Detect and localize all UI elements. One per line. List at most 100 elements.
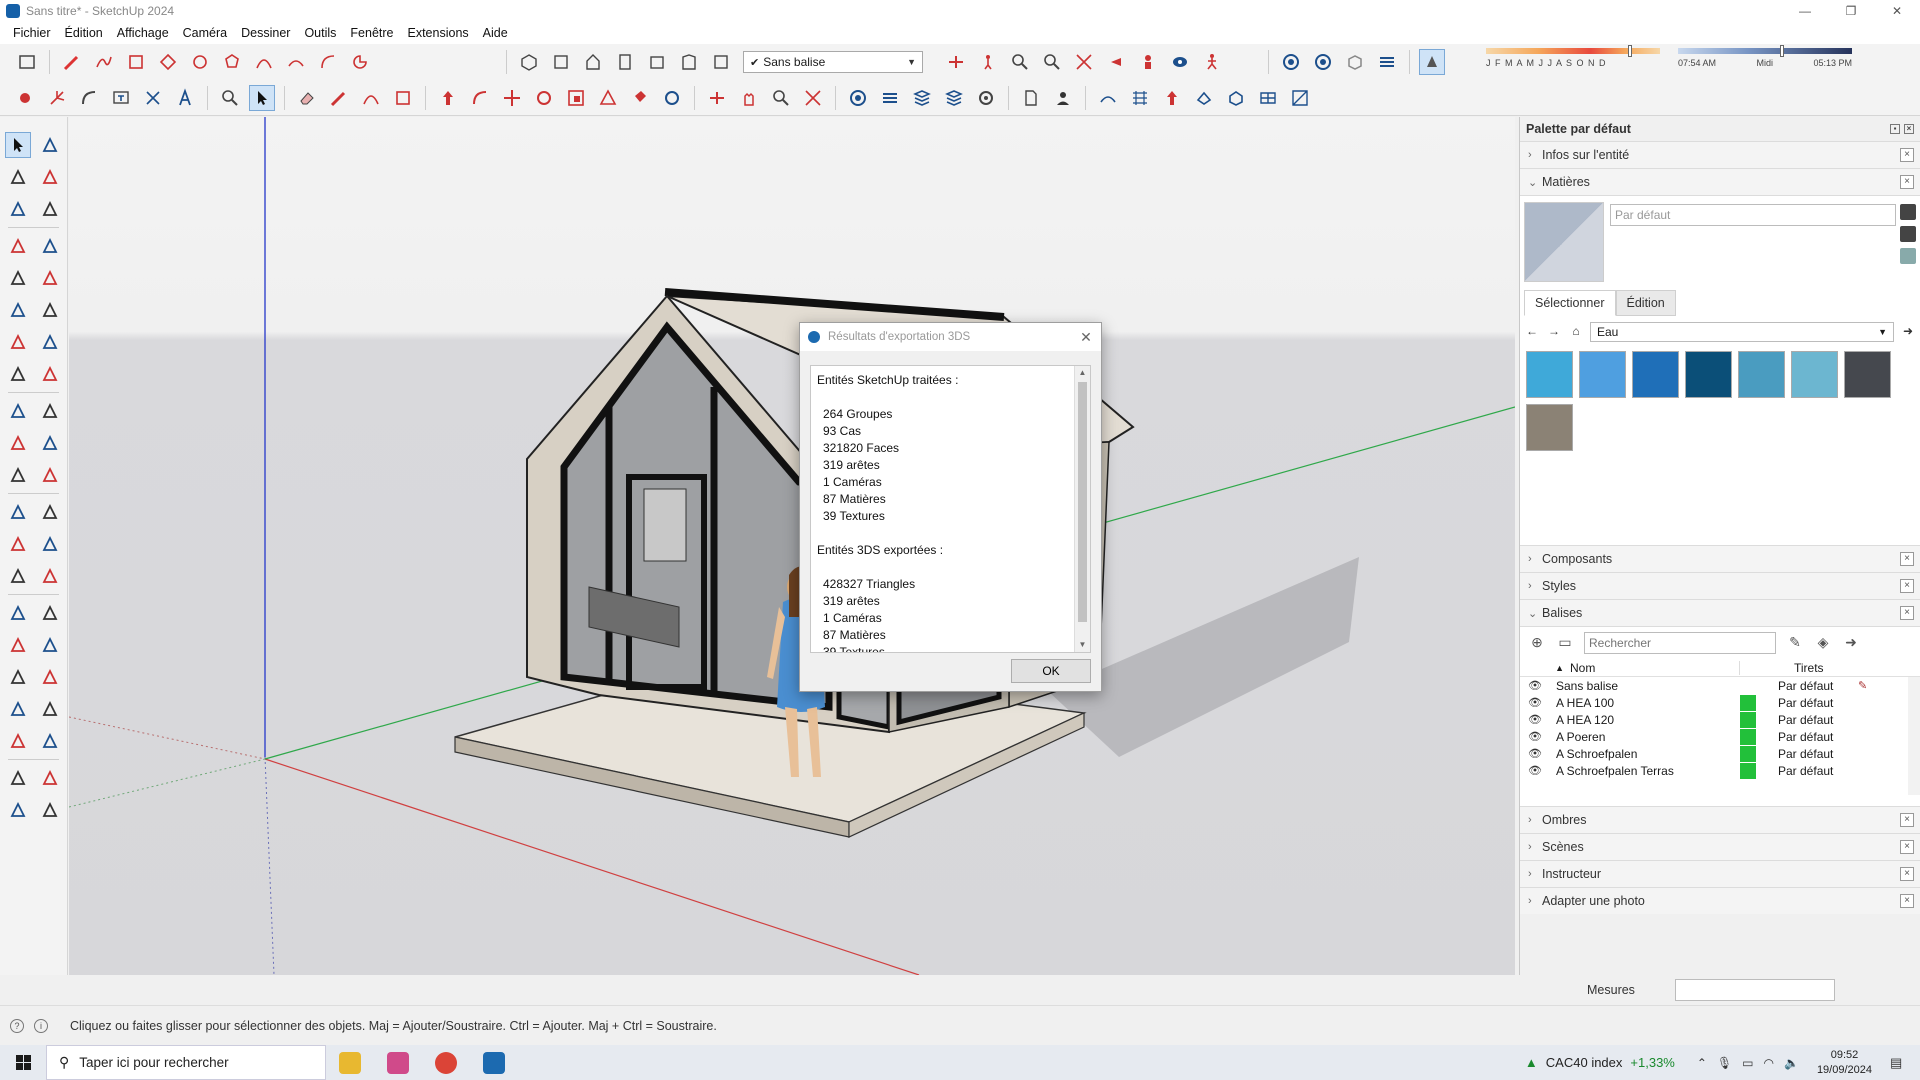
rotated-rect-tool-icon[interactable] — [37, 265, 63, 291]
polygon-tool-icon[interactable] — [37, 297, 63, 323]
column-dashes-header[interactable]: Tirets — [1740, 661, 1824, 675]
close-panel-icon[interactable]: × — [1900, 579, 1914, 593]
material-swatch[interactable] — [1526, 404, 1573, 451]
stack-alt-icon[interactable] — [941, 85, 967, 111]
material-collection-select[interactable]: Eau ▼ — [1590, 322, 1894, 342]
offset-icon[interactable] — [595, 85, 621, 111]
front-view-icon[interactable] — [580, 49, 606, 75]
pencil-icon[interactable] — [59, 49, 85, 75]
close-panel-icon[interactable]: × — [1900, 894, 1914, 908]
shadow-time-track[interactable] — [1678, 45, 1852, 57]
sketchup-taskbar-icon[interactable] — [470, 1045, 518, 1080]
tag-color-swatch[interactable] — [1740, 762, 1756, 779]
tab-edit[interactable]: Édition — [1615, 290, 1676, 316]
close-panel-icon[interactable]: × — [1900, 813, 1914, 827]
arc-tool-left-icon[interactable] — [5, 329, 31, 355]
right-view-icon[interactable] — [612, 49, 638, 75]
shadow-time-slider[interactable]: 07:54 AM Midi 05:13 PM — [1678, 45, 1852, 68]
bottom-view-icon[interactable] — [708, 49, 734, 75]
text-label-left-icon[interactable] — [37, 531, 63, 557]
info-icon[interactable]: i — [34, 1018, 48, 1033]
position-camera-icon[interactable] — [1135, 49, 1161, 75]
previous-left-icon[interactable] — [37, 664, 63, 690]
settings-left-icon[interactable] — [37, 797, 63, 823]
two-point-arc-tool-icon[interactable] — [37, 329, 63, 355]
section-plane-tool-icon[interactable] — [704, 85, 730, 111]
polygon-icon[interactable] — [219, 49, 245, 75]
display-secondary-pane-icon[interactable] — [1900, 248, 1916, 264]
wifi-icon[interactable]: ◠ — [1764, 1056, 1774, 1070]
position-camera-left-icon[interactable] — [5, 696, 31, 722]
scroll-thumb[interactable] — [1078, 382, 1087, 622]
geolocation-icon[interactable]: ? — [10, 1018, 24, 1033]
look-around-icon[interactable] — [1167, 49, 1193, 75]
close-panel-icon[interactable]: × — [1900, 552, 1914, 566]
move-icon[interactable] — [12, 85, 38, 111]
menu-outils[interactable]: Outils — [297, 26, 343, 40]
follow-me-icon[interactable] — [467, 85, 493, 111]
scale-left-icon[interactable] — [5, 462, 31, 488]
material-name-field[interactable]: Par défaut — [1610, 204, 1896, 226]
pan-icon[interactable] — [736, 85, 762, 111]
chevron-up-icon[interactable]: ⌃ — [1697, 1056, 1707, 1070]
walk-figure-left-icon[interactable] — [37, 696, 63, 722]
menu-extensions[interactable]: Extensions — [401, 26, 476, 40]
volume-icon[interactable]: 🔈 — [1784, 1056, 1799, 1070]
tags-scrollbar[interactable] — [1908, 677, 1920, 795]
microphone-icon[interactable]: 🎙 — [1717, 1056, 1732, 1070]
panel-components[interactable]: › Composants × — [1520, 545, 1920, 572]
close-panel-icon[interactable]: × — [1900, 606, 1914, 620]
new-page-icon[interactable] — [1018, 85, 1044, 111]
user-icon[interactable] — [1050, 85, 1076, 111]
pie-icon[interactable] — [347, 49, 373, 75]
warehouse-left-icon[interactable] — [5, 765, 31, 791]
search-icon[interactable] — [217, 85, 243, 111]
back-arrow-icon[interactable]: ← — [1524, 324, 1540, 340]
zoom-window-icon[interactable] — [1039, 49, 1065, 75]
zoom-icon[interactable] — [1007, 49, 1033, 75]
pencil-icon[interactable]: ✎ — [1786, 634, 1804, 652]
tag-dashes[interactable]: Par défaut — [1778, 713, 1858, 727]
freehand-tool-icon[interactable] — [37, 233, 63, 259]
menu-dessiner[interactable]: Dessiner — [234, 26, 297, 40]
panel-tags[interactable]: ⌄ Balises × — [1520, 599, 1920, 626]
menu-aide[interactable]: Aide — [476, 26, 515, 40]
close-panel-icon[interactable]: × — [1900, 867, 1914, 881]
shape-tool-icon[interactable] — [390, 85, 416, 111]
tag-tool-icon[interactable] — [37, 196, 63, 222]
tag-dashes[interactable]: Par défaut — [1778, 679, 1858, 693]
lasso-select-icon[interactable] — [37, 132, 63, 158]
create-material-icon[interactable] — [1900, 226, 1916, 242]
scale-icon[interactable] — [563, 85, 589, 111]
tag-color-swatch[interactable] — [1740, 711, 1756, 728]
menu-affichage[interactable]: Affichage — [110, 26, 176, 40]
ok-button[interactable]: OK — [1011, 659, 1091, 683]
file-explorer-icon[interactable] — [326, 1045, 374, 1080]
visibility-eye-icon[interactable]: 👁 — [1520, 747, 1556, 760]
freehand-icon[interactable] — [91, 49, 117, 75]
rotate-left-icon[interactable] — [5, 430, 31, 456]
rectangle-tool-icon[interactable] — [5, 265, 31, 291]
tags-search-input[interactable] — [1584, 632, 1776, 654]
visibility-eye-icon[interactable]: 👁 — [1520, 730, 1556, 743]
tag-dashes[interactable]: Par défaut — [1778, 696, 1858, 710]
rotated-rectangle-icon[interactable] — [155, 49, 181, 75]
3d-text-icon[interactable] — [172, 85, 198, 111]
iso-view-icon[interactable] — [516, 49, 542, 75]
layout-icon[interactable] — [1374, 49, 1400, 75]
section-plane-icon[interactable] — [943, 49, 969, 75]
details-arrow-icon[interactable]: ➜ — [1842, 634, 1860, 652]
tag-color-swatch[interactable] — [1740, 678, 1756, 694]
pin-icon[interactable]: ▪ — [1890, 124, 1900, 134]
material-swatch[interactable] — [1791, 351, 1838, 398]
dialog-results-text[interactable]: Entités SketchUp traitées : 264 Groupes 93… — [810, 365, 1091, 653]
tape-measure-icon[interactable] — [76, 85, 102, 111]
two-point-arc-icon[interactable] — [283, 49, 309, 75]
menu-camera[interactable]: Caméra — [176, 26, 234, 40]
dimension-icon[interactable] — [140, 85, 166, 111]
tag-color-swatch[interactable] — [1740, 694, 1756, 711]
text-icon[interactable] — [108, 85, 134, 111]
panel-scenes[interactable]: › Scènes × — [1520, 833, 1920, 860]
details-arrow-icon[interactable]: ➜ — [1900, 324, 1916, 340]
close-panel-icon[interactable]: × — [1900, 840, 1914, 854]
